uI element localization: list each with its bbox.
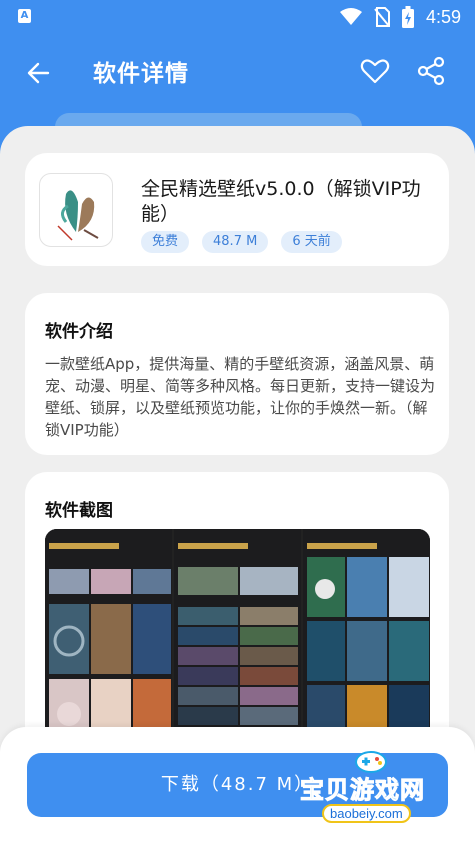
wifi-icon [339, 8, 362, 25]
watermark-text: 宝贝游戏网 [300, 776, 425, 805]
app-info-card: 全民精选壁纸v5.0.0（解锁VIP功能） 免费 48.7 M 6 天前 [25, 153, 449, 266]
status-icons: 4:59 [339, 5, 461, 29]
page-title: 软件详情 [93, 61, 189, 87]
watermark-url: baobeiy.com [322, 804, 411, 823]
butterfly-logo-icon [57, 190, 99, 241]
status-app-icon: A [18, 9, 31, 23]
screenshot-1[interactable] [45, 529, 172, 749]
favorite-button[interactable] [358, 54, 392, 88]
app-tags: 免费 48.7 M 6 天前 [141, 231, 342, 253]
price-tag: 免费 [141, 231, 190, 253]
screenshot-image-2 [174, 529, 301, 749]
screenshot-image-3 [303, 529, 430, 749]
status-time: 4:59 [425, 6, 461, 27]
share-icon [417, 56, 445, 86]
no-sim-icon [374, 7, 390, 27]
intro-title: 软件介绍 [45, 322, 113, 342]
size-tag: 48.7 M [202, 231, 269, 253]
app-name: 全民精选壁纸v5.0.0（解锁VIP功能） [141, 178, 421, 225]
status-bar: A 4:59 [0, 0, 475, 34]
screenshot-3[interactable] [303, 529, 430, 749]
back-button[interactable] [22, 56, 56, 90]
screenshot-image-1 [45, 529, 172, 749]
watermark-logo: 宝贝游戏网 baobeiy.com [296, 748, 446, 830]
screenshots-card: 软件截图 [25, 472, 449, 752]
heart-outline-icon [360, 59, 390, 84]
intro-card: 软件介绍 一款壁纸App，提供海量、精的手壁纸资源，涵盖风景、萌宠、动漫、明星、… [25, 293, 449, 455]
screenshot-2[interactable] [174, 529, 301, 749]
battery-charging-icon [401, 6, 414, 28]
app-header: 软件详情 [0, 34, 475, 112]
date-tag: 6 天前 [281, 231, 342, 253]
intro-text: 一款壁纸App，提供海量、精的手壁纸资源，涵盖风景、萌宠、动漫、明星、简等多种风… [45, 355, 436, 439]
share-button[interactable] [414, 54, 448, 88]
arrow-left-icon [27, 62, 50, 84]
app-icon [39, 173, 113, 247]
screenshots-title: 软件截图 [45, 501, 113, 521]
screenshots-carousel[interactable] [45, 529, 430, 749]
